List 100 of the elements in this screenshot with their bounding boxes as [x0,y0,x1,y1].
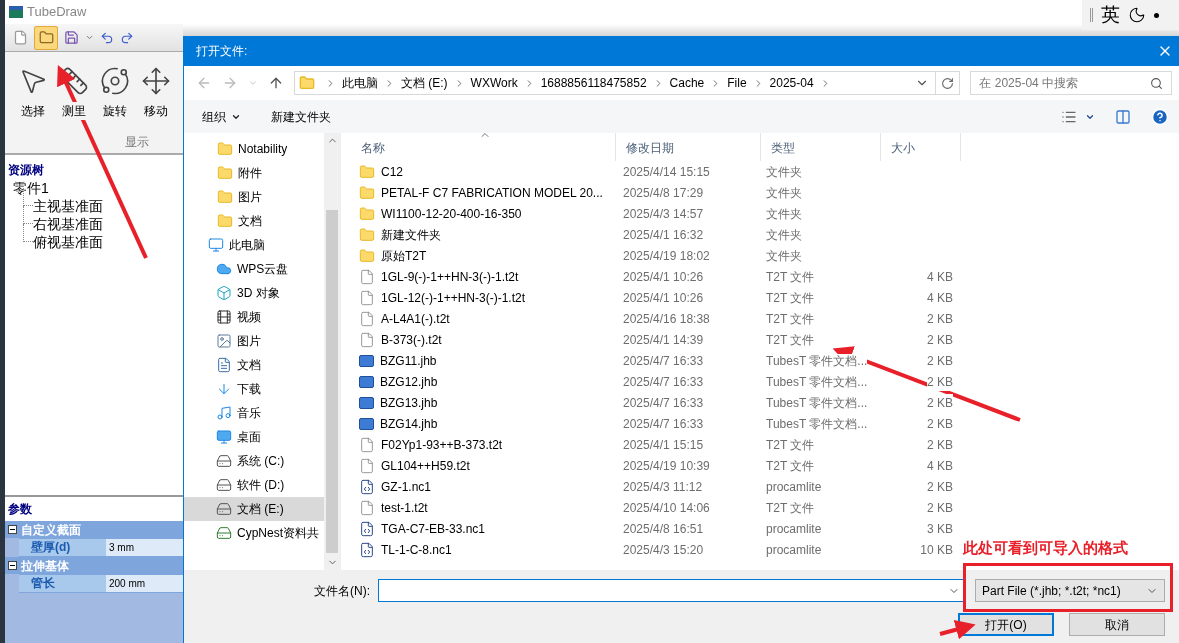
file-row[interactable]: B-373(-).t2t 2025/4/1 14:39 T2T 文件 2 KB [351,329,961,350]
file-name: A-L4A1(-).t2t [381,310,450,328]
nav-item[interactable]: 图片 [184,329,324,353]
open-folder-button[interactable] [34,25,58,50]
filename-field[interactable] [378,579,964,602]
ribbon-tool-button[interactable]: 选择 [15,66,50,120]
undo-icon[interactable] [100,30,114,45]
nav-item[interactable]: WPS云盘 [184,257,324,281]
ribbon-tool-button[interactable]: 移动 [138,66,173,120]
file-row[interactable]: 新建文件夹 2025/4/1 16:32 文件夹 [351,224,961,245]
ime-mode-label[interactable]: 英 [1101,0,1120,30]
breadcrumb-item[interactable]: 文档 (E:) [400,74,448,92]
nav-item[interactable]: 系统 (C:) [184,449,324,473]
collapse-icon[interactable] [8,561,17,570]
file-row[interactable]: C12 2025/4/14 15:15 文件夹 [351,161,961,182]
nav-item[interactable]: 附件 [184,161,324,185]
file-type: T2T 文件 [765,310,816,328]
column-header[interactable]: 类型 [761,133,881,161]
nav-item[interactable]: 桌面 [184,425,324,449]
file-row[interactable]: BZG14.jhb 2025/4/7 16:33 TubesT 零件文档... 2 KB [351,413,961,434]
tree-title: 资源树 [8,162,45,179]
breadcrumb-item[interactable]: Cache [669,74,705,92]
command-button[interactable]: 新建文件夹 [271,107,331,126]
file-name: BZG11.jhb [380,352,437,370]
file-row[interactable]: TGA-C7-EB-33.nc1 2025/4/8 16:51 procamlite 3 KB [351,518,961,539]
breadcrumb-item[interactable]: 1688856118475852 [540,74,647,92]
file-icon [359,457,375,474]
nav-item[interactable]: 文档 [184,353,324,377]
search-icon[interactable] [1150,76,1163,90]
file-row[interactable]: 1GL-9(-)-1++HN-3(-)-1.t2t 2025/4/1 10:26 T2T 文件 4 KB [351,266,961,287]
tree-item[interactable]: 主视基准面 [33,197,103,215]
collapse-icon[interactable] [8,525,17,534]
column-header[interactable]: 名称 [351,133,616,161]
nav-item[interactable]: 图片 [184,185,324,209]
column-header[interactable]: 大小 [881,133,961,161]
search-input[interactable]: 在 2025-04 中搜索 [979,74,1150,92]
new-file-icon[interactable] [13,30,28,45]
file-icon [359,310,375,327]
breadcrumb-item[interactable]: WXWork [470,74,518,92]
caret-icon[interactable] [85,33,94,42]
nav-item[interactable]: 文档 [184,209,324,233]
scrollbar[interactable] [324,133,340,570]
property-value[interactable]: 3 mm [106,539,183,556]
tree-item[interactable]: 零件1 [13,179,180,197]
nav-item[interactable]: 下载 [184,377,324,401]
file-type: T2T 文件 [765,289,816,307]
file-row[interactable]: 1GL-12(-)-1++HN-3(-)-1.t2t 2025/4/1 10:26 T2T 文件 4 KB [351,287,961,308]
file-icon [359,289,375,306]
window-title: TubeDraw [27,3,87,22]
tree-item[interactable]: 俯视基准面 [33,233,103,251]
breadcrumb-item[interactable]: 2025-04 [769,74,814,92]
ribbon-tool-button[interactable]: 测里 [56,66,91,120]
file-row[interactable]: TL-1-C-8.nc1 2025/4/3 15:20 procamlite 10 KB [351,539,961,560]
dialog-button[interactable]: 取消 [1069,613,1165,636]
preview-pane-icon[interactable] [1115,108,1131,125]
file-row[interactable]: GZ-1.nc1 2025/4/3 11:12 procamlite 2 KB [351,476,961,497]
file-name: BZG13.jhb [380,394,438,412]
file-row[interactable]: GL104++H59.t2t 2025/4/19 10:39 T2T 文件 4 KB [351,455,961,476]
breadcrumb-item[interactable]: File [727,74,747,92]
property-value[interactable]: 200 mm [106,575,183,592]
nav-item[interactable]: 音乐 [184,401,324,425]
command-button[interactable]: 组织 [202,107,241,126]
music-note-icon [216,405,232,421]
file-row[interactable]: A-L4A1(-).t2t 2025/4/16 18:38 T2T 文件 2 KB [351,308,961,329]
file-row[interactable]: WI1100-12-20-400-16-350 2025/4/3 14:57 文件夹 [351,203,961,224]
nav-item[interactable]: 软件 (D:) [184,473,324,497]
column-header[interactable]: 修改日期 [616,133,761,161]
ribbon-tool-button[interactable]: 旋转 [97,66,132,120]
cloud-icon [216,261,232,277]
file-name: BZG12.jhb [380,373,438,391]
file-row[interactable]: BZG12.jhb 2025/4/7 16:33 TubesT 零件文档... 2 KB [351,371,961,392]
nav-item[interactable]: 3D 对象 [184,281,324,305]
nav-item[interactable]: 文档 (E:) [184,497,324,521]
dialog-button[interactable]: 打开(O) [958,613,1054,636]
file-row[interactable]: PETAL-F C7 FABRICATION MODEL 20... 2025/4/8 17:29 文件夹 [351,182,961,203]
address-bar[interactable]: 此电脑 文档 (E:) WXWork 1688856118475852 Cache File 2025-04 [293,71,961,95]
file-date: 2025/4/1 15:15 [622,436,705,454]
nav-item[interactable]: CypNest资料共 [184,521,324,545]
folder-icon [359,205,375,222]
file-date: 2025/4/1 16:32 [622,226,705,244]
nav-item[interactable]: Notability [184,137,324,161]
file-row[interactable]: test-1.t2t 2025/4/10 14:06 T2T 文件 2 KB [351,497,961,518]
nav-item[interactable]: 此电脑 [184,233,324,257]
search-field[interactable]: 在 2025-04 中搜索 [970,71,1172,95]
folder-icon [298,75,315,91]
moon-icon[interactable] [1128,6,1146,24]
file-type: 文件夹 [765,205,803,223]
filetype-select[interactable]: Part File (*.jhb; *.t2t; *nc1) [975,579,1165,602]
annotation-arrow [939,619,976,640]
save-icon[interactable] [64,30,79,45]
nav-item[interactable]: 视频 [184,305,324,329]
file-row[interactable]: BZG11.jhb 2025/4/7 16:33 TubesT 零件文档... 2 KB [351,350,961,371]
file-row[interactable]: 原始T2T 2025/4/19 18:02 文件夹 [351,245,961,266]
file-row[interactable]: F02Yp1-93++B-373.t2t 2025/4/1 15:15 T2T 文件 2 KB [351,434,961,455]
folder-icon [38,30,54,45]
breadcrumb-item[interactable]: 此电脑 [341,74,378,92]
help-icon[interactable] [1151,107,1169,126]
tree-item[interactable]: 右视基准面 [33,215,103,233]
file-row[interactable]: BZG13.jhb 2025/4/7 16:33 TubesT 零件文档... 2 KB [351,392,961,413]
redo-icon[interactable] [120,30,134,45]
